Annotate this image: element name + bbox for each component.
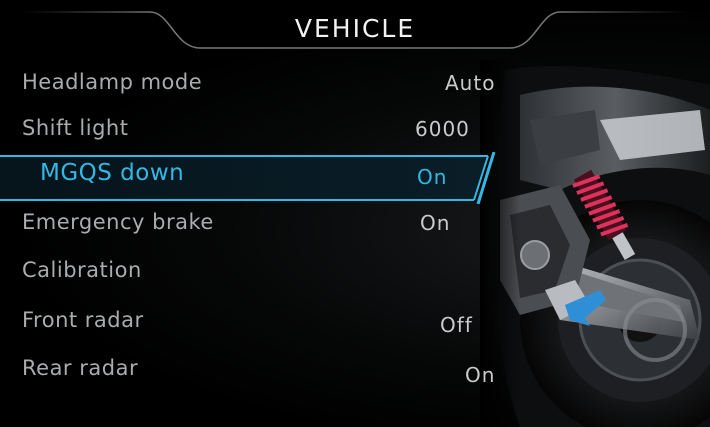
menu-item-value: Auto [445,71,496,95]
menu-item-label: Front radar [22,308,144,332]
menu-item-value: On [417,165,448,189]
menu-item-value: 6000 [415,117,470,141]
menu-item-value: On [420,211,451,235]
page-title: VEHICLE [294,14,416,43]
menu-item-label: MGQS down [40,160,185,186]
menu-item-label: Headlamp mode [22,70,203,94]
menu-item-label: Emergency brake [22,210,214,234]
menu-item-label: Shift light [22,116,129,140]
menu-item-value: On [465,363,496,387]
menu-item-calibration[interactable]: Calibration [0,248,520,298]
menu-item-value: Off [440,313,473,337]
menu-item-front-radar[interactable]: Front radar Off [0,298,520,348]
vehicle-settings-screen: VEHICLE Headlamp mode Auto Shift light 6… [0,0,710,427]
header-tab: VEHICLE [0,0,710,60]
menu-item-rear-radar[interactable]: Rear radar On [0,346,520,396]
menu-item-label: Calibration [22,258,142,282]
menu-item-emergency-brake[interactable]: Emergency brake On [0,200,520,250]
menu-item-label: Rear radar [22,356,139,380]
menu-item-shift-light[interactable]: Shift light 6000 [0,106,520,156]
menu-item-headlamp-mode[interactable]: Headlamp mode Auto [0,60,520,110]
menu-item-mgqs-down[interactable]: MGQS down On [0,152,520,202]
